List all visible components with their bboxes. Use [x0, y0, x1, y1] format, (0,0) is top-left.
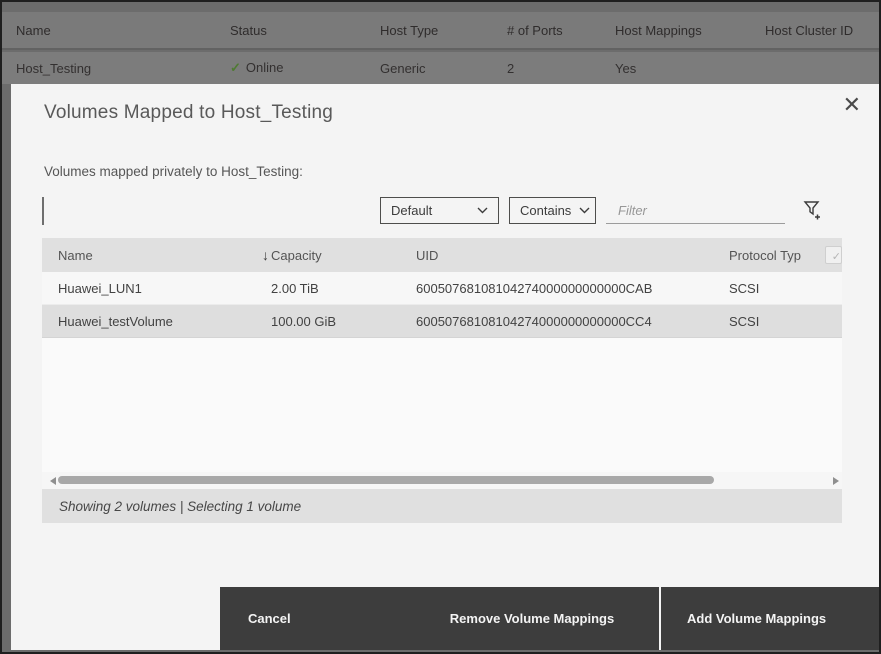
- add-filter-icon[interactable]: [801, 198, 825, 222]
- hosts-table-header: Name Status Host Type # of Ports Host Ma…: [2, 12, 879, 50]
- screen: Name Status Host Type # of Ports Host Ma…: [0, 0, 881, 654]
- chevron-down-icon: [477, 207, 488, 214]
- host-status: ✓ Online: [230, 60, 283, 76]
- host-ports: 2: [507, 60, 515, 76]
- horizontal-scrollbar[interactable]: [42, 472, 842, 489]
- volume-uid: 60050768108104274000000000000CC4: [416, 313, 652, 329]
- table-status-bar: Showing 2 volumes | Selecting 1 volume: [42, 489, 842, 523]
- host-type: Generic: [380, 60, 426, 76]
- volumes-col-capacity[interactable]: Capacity: [271, 248, 416, 263]
- volume-protocol: SCSI: [729, 313, 760, 329]
- volumes-col-uid[interactable]: UID: [416, 248, 729, 263]
- cancel-button[interactable]: Cancel: [220, 587, 380, 650]
- host-mappings: Yes: [615, 60, 637, 76]
- host-row-host-testing[interactable]: Host_Testing ✓ Online Generic 2 Yes: [2, 52, 879, 84]
- volume-capacity: 100.00 GiB: [271, 313, 337, 329]
- close-icon[interactable]: ✕: [839, 90, 865, 120]
- volumes-col-name-label: Name: [58, 247, 93, 263]
- volumes-table: Name ↓ Capacity UID Protocol Typ ✓ Huawe…: [42, 238, 842, 523]
- dialog-title: Volumes Mapped to Host_Testing: [44, 102, 334, 123]
- volume-name: Huawei_testVolume: [58, 313, 173, 329]
- volume-uid: 60050768108104274000000000000CAB: [416, 280, 653, 296]
- volume-name: Huawei_LUN1: [58, 280, 142, 296]
- filter-scope-value: Default: [391, 203, 433, 218]
- hosts-col-ports[interactable]: # of Ports: [507, 23, 563, 38]
- column-settings-icon[interactable]: ✓: [825, 246, 842, 264]
- filter-match-dropdown[interactable]: Contains: [509, 197, 596, 224]
- volume-capacity: 2.00 TiB: [271, 280, 319, 296]
- filter-match-value: Contains: [520, 203, 572, 218]
- volume-row[interactable]: Huawei_LUN1 2.00 TiB 6005076810810427400…: [42, 272, 842, 305]
- volumes-table-header: Name ↓ Capacity UID Protocol Typ ✓: [42, 238, 842, 272]
- filter-scope-dropdown[interactable]: Default: [380, 197, 499, 224]
- hosts-col-status[interactable]: Status: [230, 23, 267, 38]
- scrollbar-thumb[interactable]: [58, 476, 714, 484]
- dialog-footer: Cancel Remove Volume Mappings Add Volume…: [220, 587, 879, 650]
- dialog-description: Volumes mapped privately to Host_Testing…: [44, 164, 303, 179]
- volumes-col-name[interactable]: Name ↓: [42, 247, 271, 263]
- remove-volume-mappings-button[interactable]: Remove Volume Mappings: [392, 587, 672, 650]
- check-icon: ✓: [230, 60, 241, 75]
- filter-input[interactable]: [606, 197, 785, 224]
- scroll-right-icon[interactable]: [833, 477, 839, 485]
- hosts-col-host-type[interactable]: Host Type: [380, 23, 438, 38]
- hosts-col-host-mappings[interactable]: Host Mappings: [615, 23, 702, 38]
- volumes-table-body: Huawei_LUN1 2.00 TiB 6005076810810427400…: [42, 272, 842, 472]
- volume-protocol: SCSI: [729, 280, 760, 296]
- hosts-col-host-cluster-id[interactable]: Host Cluster ID: [765, 23, 853, 38]
- hosts-col-name[interactable]: Name: [16, 23, 51, 38]
- scroll-left-icon[interactable]: [50, 477, 56, 485]
- chevron-down-icon: [579, 207, 590, 214]
- host-status-label: Online: [245, 60, 284, 75]
- volume-row-selected[interactable]: Huawei_testVolume 100.00 GiB 60050768108…: [42, 305, 842, 338]
- sort-descending-icon[interactable]: ↓: [262, 247, 269, 263]
- add-volume-mappings-button[interactable]: Add Volume Mappings: [661, 587, 879, 650]
- toolbar-divider: [42, 197, 44, 225]
- volumes-mapped-dialog: ✕ Volumes Mapped to Host_Testing Volumes…: [11, 84, 879, 650]
- host-name: Host_Testing: [16, 60, 92, 76]
